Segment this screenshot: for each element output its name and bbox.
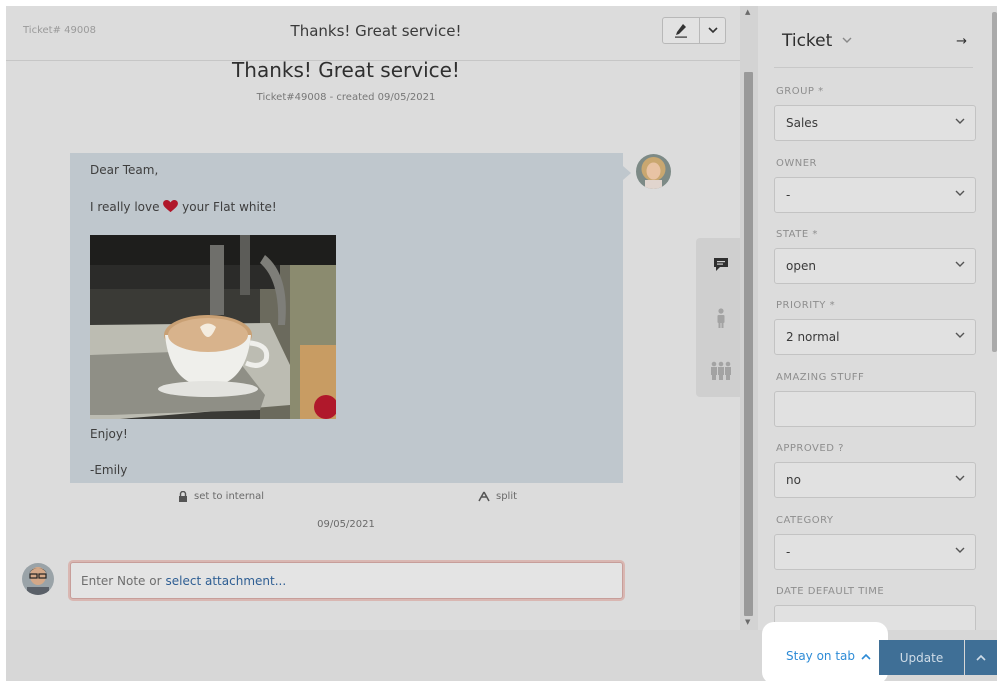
bubble-tail [623, 166, 631, 180]
header-title: Thanks! Great service! [290, 22, 462, 40]
chevron-down-icon [955, 475, 965, 481]
state-select[interactable]: open [774, 248, 976, 284]
split-action[interactable]: split [478, 491, 517, 502]
chevron-down-icon [842, 37, 852, 43]
state-value: open [786, 259, 816, 273]
article-text-after: your Flat white! [182, 200, 277, 214]
chevron-down-icon [955, 261, 965, 267]
split-icon [478, 491, 490, 502]
field-label: CATEGORY [776, 515, 834, 526]
chevron-up-icon [976, 654, 986, 661]
amazing-stuff-input[interactable] [774, 391, 976, 427]
signature-button-group [662, 17, 726, 44]
note-input[interactable]: Enter Note or select attachment... [70, 562, 623, 599]
field-label: GROUP * [776, 86, 824, 97]
scroll-thumb[interactable] [744, 72, 753, 616]
article-date: 09/05/2021 [317, 519, 375, 530]
group-value: Sales [786, 116, 818, 130]
arrow-right-icon[interactable]: → [956, 34, 967, 49]
ticket-zoom: Ticket# 49008 Thanks! Great service! Tha… [6, 6, 746, 630]
update-options-button[interactable] [965, 640, 997, 675]
category-select[interactable]: - [774, 534, 976, 570]
coffee-photo[interactable] [90, 235, 336, 419]
sidebar-scrollbar[interactable] [992, 12, 997, 352]
approved-select[interactable]: no [774, 462, 976, 498]
set-internal-action[interactable]: set to internal [178, 491, 264, 502]
avatar[interactable] [636, 154, 671, 189]
select-attachment-link[interactable]: select attachment... [166, 574, 287, 588]
priority-select[interactable]: 2 normal [774, 319, 976, 355]
organization-icon[interactable] [696, 344, 746, 397]
note-placeholder: Enter Note or [81, 573, 162, 588]
sidebar-title-label: Ticket [782, 31, 833, 51]
ticket-title: Thanks! Great service! [232, 58, 460, 82]
update-button[interactable]: Update [879, 640, 964, 675]
chevron-down-icon [955, 547, 965, 553]
field-label: APPROVED ? [776, 443, 844, 454]
owner-value: - [786, 188, 791, 202]
field-label: AMAZING STUFF [776, 372, 865, 383]
pen-icon[interactable] [663, 18, 700, 43]
sidebar-title[interactable]: Ticket [782, 31, 852, 51]
chevron-down-icon [955, 332, 965, 338]
chevron-down-icon[interactable] [700, 18, 726, 43]
field-label: OWNER [776, 158, 818, 169]
customer-icon[interactable] [696, 291, 746, 344]
category-value: - [786, 545, 791, 559]
heart-icon [163, 200, 179, 213]
field-label: STATE * [776, 229, 818, 240]
scroll-up-icon[interactable]: ▲ [745, 8, 750, 16]
stay-on-tab-label: Stay on tab [786, 649, 856, 663]
approved-value: no [786, 473, 801, 487]
sidebar-header: Ticket → [774, 30, 973, 68]
article-line: I really love your Flat white! [90, 200, 277, 214]
side-tabs [696, 238, 746, 397]
chat-icon[interactable] [696, 238, 746, 291]
owner-select[interactable]: - [774, 177, 976, 213]
field-label: PRIORITY * [776, 300, 836, 311]
chevron-up-icon [861, 653, 871, 660]
article-closing: Enjoy! [90, 427, 128, 441]
lock-icon [179, 491, 187, 502]
article-bubble: Dear Team, I really love your Flat white… [70, 153, 623, 483]
ticket-sidebar: Ticket → GROUP * Sales OWNER - STATE * o… [758, 6, 997, 630]
priority-value: 2 normal [786, 330, 840, 344]
chevron-down-icon [955, 190, 965, 196]
split-label: split [496, 491, 518, 502]
stay-on-tab-button[interactable]: Stay on tab [786, 649, 871, 663]
article-greeting: Dear Team, [90, 163, 159, 177]
avatar[interactable] [22, 563, 54, 595]
ticket-header: Ticket# 49008 Thanks! Great service! [6, 6, 746, 61]
scroll-down-icon[interactable]: ▼ [745, 618, 750, 626]
ticket-subtitle: Ticket#49008 - created 09/05/2021 [256, 92, 436, 103]
field-label: DATE DEFAULT TIME [776, 586, 885, 597]
article-signature: -Emily [90, 463, 128, 477]
chevron-down-icon [955, 118, 965, 124]
set-internal-label: set to internal [194, 491, 265, 502]
main-scrollbar[interactable]: ▲ ▼ [740, 6, 758, 630]
article-text-before: I really love [90, 200, 160, 214]
group-select[interactable]: Sales [774, 105, 976, 141]
